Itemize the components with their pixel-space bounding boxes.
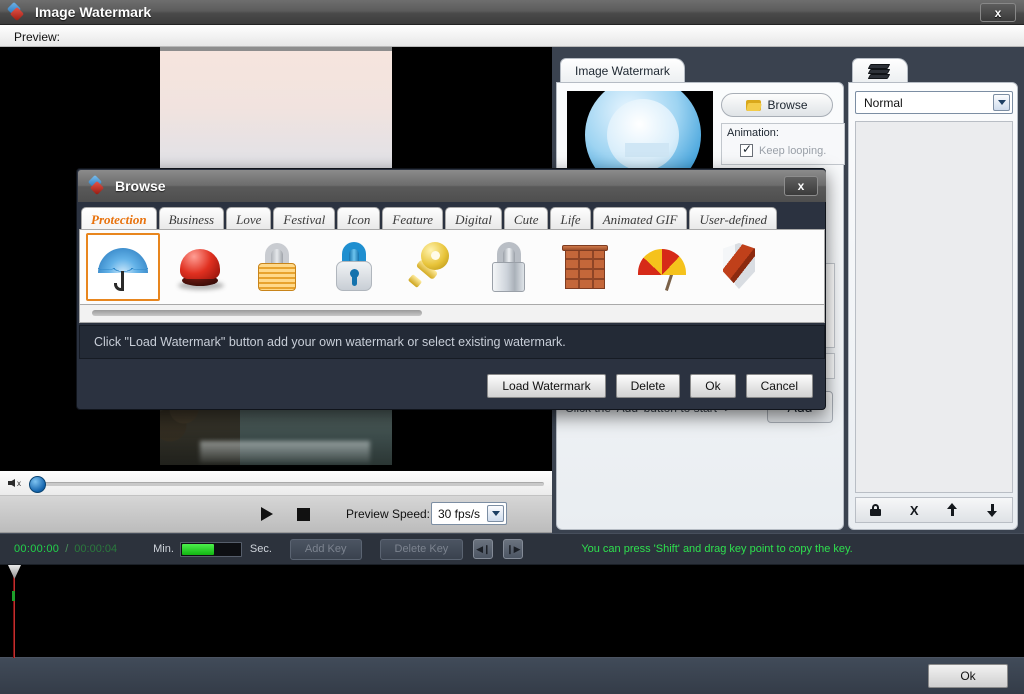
preview-speed-select[interactable]: 30 fps/s: [431, 502, 507, 525]
next-keyframe-icon[interactable]: ❙▶: [503, 539, 523, 559]
layer-list[interactable]: [855, 121, 1013, 493]
prev-keyframe-icon[interactable]: ◀❙: [473, 539, 493, 559]
watermark-tabstrip: Image Watermark: [556, 58, 844, 83]
gallery-item-padlock-orange[interactable]: [240, 233, 314, 301]
delete-key-button[interactable]: Delete Key: [380, 539, 464, 560]
watermark-gallery: [79, 229, 825, 305]
sec-label: Sec.: [250, 543, 272, 555]
gallery-item-parasol-red-yellow[interactable]: [625, 233, 699, 301]
volume-bar: x: [0, 471, 552, 496]
key-gold-icon: [403, 239, 459, 295]
gallery-item-brick-wall[interactable]: [548, 233, 622, 301]
layers-icon: [869, 64, 891, 78]
tab-layers[interactable]: [852, 58, 908, 83]
ok-button[interactable]: Ok: [928, 664, 1008, 688]
gallery-item-shield[interactable]: [702, 233, 776, 301]
browse-button[interactable]: Browse: [721, 93, 833, 117]
keyhole-lock-blue-icon: [326, 239, 382, 295]
preview-label: Preview:: [14, 30, 60, 44]
time-separator: /: [65, 543, 68, 555]
blend-mode-select[interactable]: Normal: [855, 91, 1013, 114]
animation-group: Animation: Keep looping.: [721, 123, 845, 165]
keyframe-hint: You can press 'Shift' and drag key point…: [581, 543, 852, 555]
delete-icon[interactable]: X: [910, 503, 919, 518]
timeline[interactable]: [0, 565, 1024, 658]
browse-dialog: Browse x Protection Business Love Festiv…: [76, 168, 826, 410]
gallery-scrollbar-thumb[interactable]: [92, 310, 422, 316]
browse-dialog-close-button[interactable]: x: [784, 176, 818, 196]
gallery-item-umbrella-blue[interactable]: [86, 233, 160, 301]
volume-slider-track[interactable]: [32, 482, 544, 486]
playhead-handle[interactable]: [8, 565, 21, 579]
move-down-icon[interactable]: [987, 503, 998, 517]
gallery-item-padlock-silver[interactable]: [471, 233, 545, 301]
gallery-scrollbar[interactable]: [79, 305, 825, 323]
browse-dialog-titlebar: Browse x: [78, 170, 826, 202]
current-time: 00:00:00: [14, 543, 59, 555]
add-key-button[interactable]: Add Key: [290, 539, 362, 560]
animation-label: Animation:: [727, 127, 779, 139]
keyframe-bar: 00:00:00 / 00:00:04 Min. Sec. Add Key De…: [0, 533, 1024, 565]
window-titlebar: Image Watermark x: [0, 0, 1024, 25]
volume-slider-knob[interactable]: [29, 476, 46, 493]
bottom-bar: Ok: [0, 658, 1024, 694]
browse-button-label: Browse: [767, 98, 807, 112]
ok-button-dialog[interactable]: Ok: [690, 374, 735, 398]
folder-icon: [746, 99, 761, 111]
lock-icon[interactable]: [870, 504, 881, 516]
app-diamond-icon: [8, 3, 26, 21]
chevron-down-icon[interactable]: [487, 505, 504, 522]
tab-image-watermark[interactable]: Image Watermark: [560, 58, 685, 83]
keep-looping-row[interactable]: Keep looping.: [740, 144, 826, 157]
brick-wall-icon: [557, 239, 613, 295]
shield-icon: [711, 239, 767, 295]
parasol-red-yellow-icon: [634, 239, 690, 295]
keyframe-marker[interactable]: [12, 591, 15, 601]
app-diamond-icon: [88, 177, 106, 195]
chevron-down-icon[interactable]: [993, 94, 1010, 111]
application-window: Image Watermark x Preview: x Preview Spe…: [0, 0, 1024, 694]
min-label: Min.: [153, 543, 174, 555]
keep-looping-checkbox[interactable]: [740, 144, 753, 157]
layers-panel-body: Normal X: [848, 82, 1018, 530]
stop-icon[interactable]: [297, 508, 310, 521]
preview-frame-topband: [160, 47, 392, 51]
cancel-button[interactable]: Cancel: [746, 374, 813, 398]
window-title: Image Watermark: [35, 4, 151, 20]
play-icon[interactable]: [261, 507, 273, 521]
layer-toolbar: X: [855, 497, 1013, 523]
blend-mode-value: Normal: [864, 96, 903, 110]
delete-button[interactable]: Delete: [616, 374, 681, 398]
gallery-item-keyhole-lock-blue[interactable]: [317, 233, 391, 301]
category-tabs: Protection Business Love Festival Icon F…: [79, 204, 825, 232]
browse-dialog-title: Browse: [115, 178, 166, 194]
padlock-orange-icon: [249, 239, 305, 295]
load-watermark-button[interactable]: Load Watermark: [487, 374, 605, 398]
preview-speed-value: 30 fps/s: [438, 507, 480, 521]
umbrella-blue-icon: [95, 239, 151, 295]
gallery-item-key-gold[interactable]: [394, 233, 468, 301]
transport-bar: Preview Speed: 30 fps/s: [0, 496, 552, 533]
browse-dialog-buttons: Load Watermark Delete Ok Cancel: [487, 374, 813, 398]
total-time: 00:00:04: [74, 543, 117, 555]
padlock-silver-icon: [480, 239, 536, 295]
layers-panel: Normal X: [848, 58, 1018, 530]
preview-speed-label: Preview Speed:: [346, 507, 430, 521]
speaker-muted-icon[interactable]: x: [8, 476, 26, 490]
dome-button-red-icon: [172, 239, 228, 295]
preview-strip: [0, 25, 1024, 47]
gallery-item-dome-button-red[interactable]: [163, 233, 237, 301]
move-up-icon[interactable]: [947, 503, 958, 517]
keep-looping-label: Keep looping.: [759, 145, 826, 157]
window-close-button[interactable]: x: [980, 3, 1016, 22]
playhead-line-inner: [14, 577, 15, 658]
duration-slider[interactable]: [180, 542, 242, 557]
browse-dialog-message: Click "Load Watermark" button add your o…: [79, 325, 825, 359]
